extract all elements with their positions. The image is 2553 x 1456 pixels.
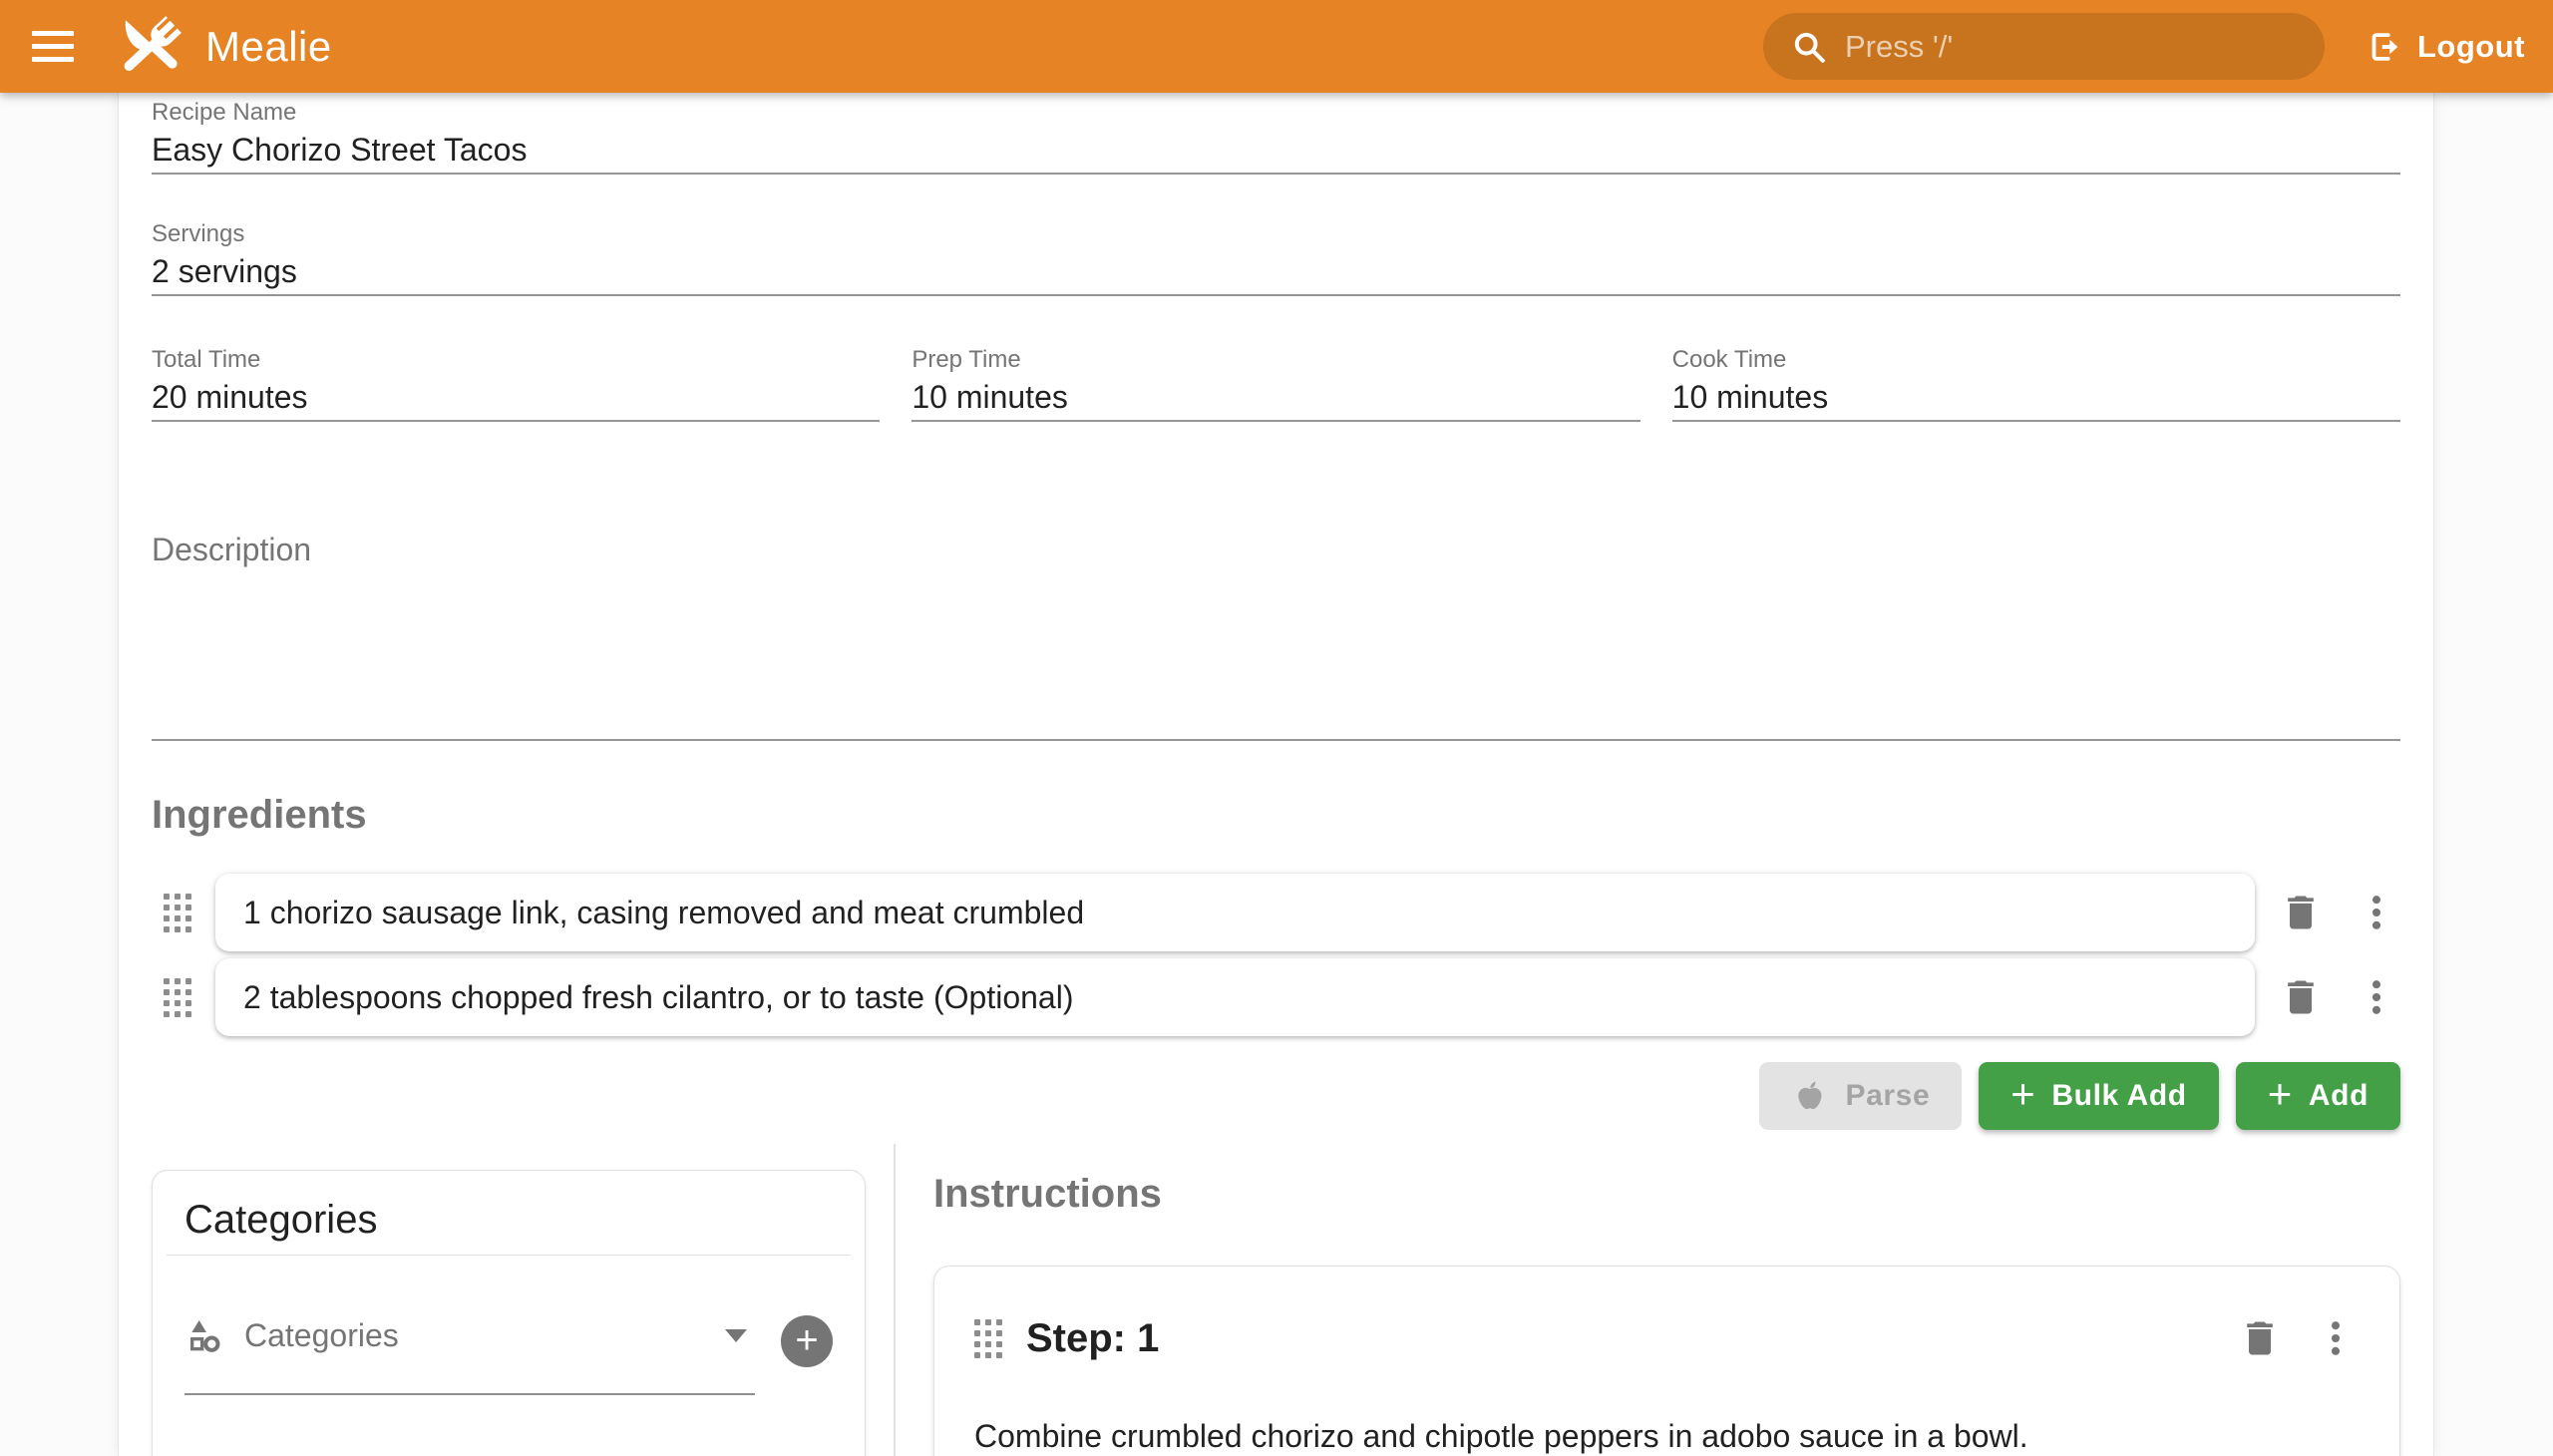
recipe-name-label: Recipe Name [152, 99, 2400, 127]
plus-icon: + [795, 1320, 818, 1360]
prep-time-value[interactable]: 10 minutes [912, 374, 1640, 422]
step-text[interactable]: Combine crumbled chorizo and chipotle pe… [974, 1414, 2360, 1456]
recipe-editor-card: Recipe Name Easy Chorizo Street Tacos Se… [118, 93, 2434, 1456]
total-time-field[interactable]: Total Time 20 minutes [152, 346, 880, 422]
add-label: Add [2309, 1079, 2369, 1113]
categories-card: Categories Categories [152, 1170, 866, 1456]
mealie-logo-icon [106, 3, 193, 91]
ingredient-text: 2 tablespoons chopped fresh cilantro, or… [243, 979, 1073, 1016]
drag-handle-icon[interactable] [164, 894, 191, 932]
ingredient-more-menu-button[interactable] [2353, 973, 2400, 1021]
trash-icon [2238, 1316, 2282, 1360]
categories-select-row: Categories + [184, 1315, 833, 1395]
logout-label: Logout [2417, 29, 2525, 65]
step-title: Step: 1 [1026, 1316, 1159, 1361]
hamburger-menu-icon[interactable] [32, 24, 78, 70]
apple-icon [1791, 1077, 1829, 1115]
column-divider [894, 1144, 896, 1456]
ingredient-actions-row: Parse + Bulk Add + Add [152, 1062, 2400, 1130]
ingredient-text: 1 chorizo sausage link, casing removed a… [243, 895, 1084, 931]
total-time-value[interactable]: 20 minutes [152, 374, 880, 422]
servings-field[interactable]: Servings 2 servings [152, 220, 2400, 296]
instructions-heading: Instructions [933, 1168, 2400, 1220]
ingredient-input[interactable]: 2 tablespoons chopped fresh cilantro, or… [215, 958, 2255, 1036]
bottom-columns: Categories Categories [152, 1148, 2400, 1437]
cook-time-field[interactable]: Cook Time 10 minutes [1672, 346, 2400, 422]
search-icon [1789, 27, 1829, 67]
times-row: Total Time 20 minutes Prep Time 10 minut… [152, 346, 2400, 422]
step-more-menu-button[interactable] [2312, 1314, 2360, 1362]
search-placeholder: Press '/' [1845, 29, 1953, 65]
drag-handle-icon[interactable] [974, 1319, 1002, 1358]
ingredient-input[interactable]: 1 chorizo sausage link, casing removed a… [215, 874, 2255, 951]
categories-select[interactable]: Categories [184, 1315, 755, 1395]
servings-label: Servings [152, 220, 2400, 248]
plus-icon: + [2010, 1073, 2035, 1115]
drag-handle-icon[interactable] [164, 978, 191, 1017]
plus-icon: + [2268, 1073, 2293, 1115]
total-time-label: Total Time [152, 346, 880, 374]
kebab-menu-icon [2355, 891, 2398, 934]
description-label: Description [152, 528, 2400, 571]
ingredient-row: 1 chorizo sausage link, casing removed a… [152, 874, 2400, 951]
parse-label: Parse [1845, 1079, 1930, 1113]
add-ingredient-button[interactable]: + Add [2236, 1062, 2400, 1130]
categories-card-title: Categories [184, 1197, 833, 1243]
add-category-button[interactable]: + [781, 1315, 833, 1367]
prep-time-label: Prep Time [912, 346, 1640, 374]
instruction-step-card: Step: 1 Combine crumbled chorizo and chi… [933, 1266, 2400, 1456]
trash-icon [2279, 891, 2323, 934]
description-field[interactable]: Description [152, 528, 2400, 741]
recipe-name-value[interactable]: Easy Chorizo Street Tacos [152, 127, 2400, 175]
kebab-menu-icon [2314, 1316, 2358, 1360]
recipe-name-field[interactable]: Recipe Name Easy Chorizo Street Tacos [152, 99, 2400, 175]
delete-ingredient-button[interactable] [2277, 889, 2325, 936]
app-bar: Mealie Press '/' Logout [0, 0, 2553, 93]
categories-card-divider [167, 1255, 851, 1256]
kebab-menu-icon [2355, 975, 2398, 1019]
prep-time-field[interactable]: Prep Time 10 minutes [912, 346, 1640, 422]
logout-icon [2365, 28, 2402, 66]
search-input[interactable]: Press '/' [1763, 13, 2325, 80]
bulk-add-label: Bulk Add [2051, 1079, 2186, 1113]
app-title: Mealie [205, 23, 332, 71]
shapes-icon [184, 1315, 224, 1355]
step-header: Step: 1 [974, 1314, 2360, 1362]
cook-time-label: Cook Time [1672, 346, 2400, 374]
ingredient-row: 2 tablespoons chopped fresh cilantro, or… [152, 958, 2400, 1036]
delete-step-button[interactable] [2236, 1314, 2284, 1362]
description-textarea[interactable] [152, 571, 2400, 741]
ingredients-heading: Ingredients [152, 789, 2400, 841]
ingredient-more-menu-button[interactable] [2353, 889, 2400, 936]
parse-button[interactable]: Parse [1759, 1062, 1962, 1130]
servings-value[interactable]: 2 servings [152, 248, 2400, 296]
bulk-add-button[interactable]: + Bulk Add [1979, 1062, 2219, 1130]
delete-ingredient-button[interactable] [2277, 973, 2325, 1021]
cook-time-value[interactable]: 10 minutes [1672, 374, 2400, 422]
instructions-column: Instructions Step: 1 Combine crumbled ch [894, 1148, 2400, 1456]
categories-column: Categories Categories [152, 1148, 894, 1456]
categories-select-label: Categories [244, 1317, 399, 1354]
trash-icon [2279, 975, 2323, 1019]
chevron-down-icon [725, 1329, 747, 1342]
logout-button[interactable]: Logout [2355, 11, 2535, 83]
